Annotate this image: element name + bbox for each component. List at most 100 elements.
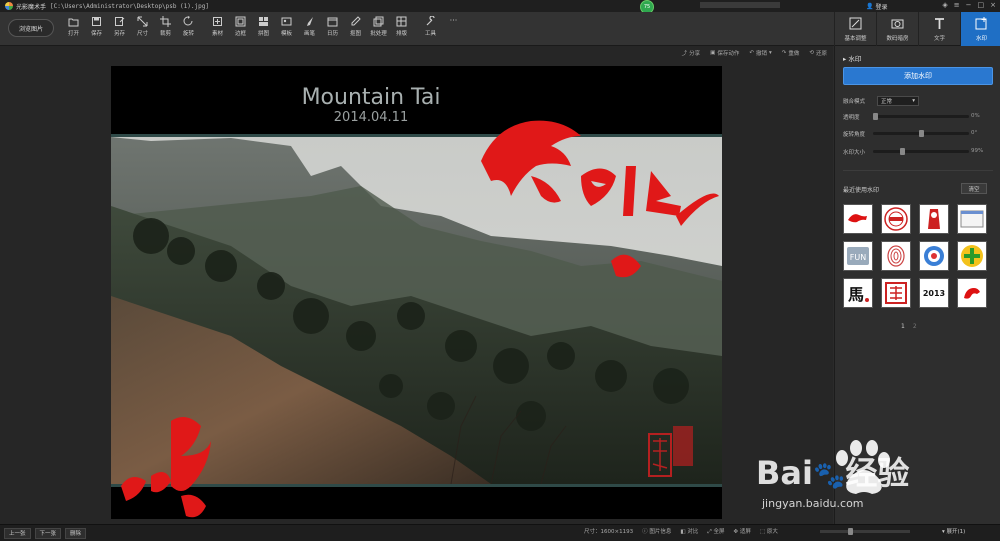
prev-image-button[interactable]: 上一张	[4, 527, 31, 539]
thumb-swirl-logo[interactable]	[919, 241, 949, 271]
blend-mode-row: 融合模式 正常 ▾	[843, 96, 920, 106]
restore-button[interactable]: ⟲ 还原	[809, 49, 827, 57]
tab-basic[interactable]: 基本调整	[834, 12, 876, 46]
thumb-fun-logo[interactable]: FUN	[843, 241, 873, 271]
tab-digital[interactable]: 数码暗房	[876, 12, 918, 46]
tool-batch[interactable]: 批处理	[367, 16, 390, 37]
fun-logo-icon: FUN	[847, 247, 869, 265]
layout-icon	[396, 16, 407, 27]
swirl-logo-icon	[924, 246, 944, 266]
photo-canvas[interactable]: Mountain Tai 2014.04.11	[111, 66, 722, 519]
share-button[interactable]: ⤴ 分享	[682, 49, 701, 57]
tool-crop[interactable]: 裁剪	[154, 16, 177, 37]
tool-open[interactable]: 打开	[62, 16, 85, 37]
opacity-label: 透明度	[843, 115, 860, 121]
login-label: 登录	[875, 4, 888, 11]
fullscreen-button[interactable]: ⤢ 全屏	[707, 527, 724, 536]
rotate-icon	[183, 16, 194, 27]
tool-rotate[interactable]: 旋转	[177, 16, 200, 37]
tool-save-as[interactable]: 另存	[108, 16, 131, 37]
size-value: 99%	[971, 148, 984, 154]
batch-icon	[373, 16, 384, 27]
baidu-brand-latin: Bai	[756, 454, 813, 492]
recent-watermark-grid: FUN 馬 2013	[843, 204, 993, 316]
zoom-slider[interactable]	[820, 528, 910, 535]
watermark-icon	[975, 16, 988, 32]
thumb-blank-card[interactable]	[957, 204, 987, 234]
more-icon: ···	[449, 16, 458, 25]
thumb-red-horse[interactable]	[957, 278, 987, 308]
tab-watermark[interactable]: 水印	[960, 12, 1000, 46]
image-info-label: 图片信息	[649, 529, 672, 535]
tool-template[interactable]: 模板	[275, 16, 298, 37]
thumb-red-figure[interactable]	[919, 204, 949, 234]
login-button[interactable]: 👤 登录	[866, 2, 888, 11]
photo-image: Mountain Tai 2014.04.11	[111, 66, 722, 519]
tool-border[interactable]: 边框	[229, 16, 252, 37]
open-icon	[68, 16, 79, 27]
baidu-url: jingyan.baidu.com	[762, 497, 864, 510]
more-tools-button[interactable]: ···	[442, 16, 465, 37]
tab-text[interactable]: 文字	[918, 12, 960, 46]
collapse-icon[interactable]: ▸	[843, 55, 846, 63]
tool-layout[interactable]: 排版	[390, 16, 413, 37]
fullscreen-label: 全屏	[713, 529, 725, 535]
menu-icon[interactable]: ≡	[954, 1, 960, 9]
tool-calendar[interactable]: 日历	[321, 16, 344, 37]
add-watermark-button[interactable]: 添加水印	[843, 67, 993, 85]
image-info-button[interactable]: ⓘ 图片信息	[642, 527, 671, 536]
svg-text:FUN: FUN	[850, 253, 866, 262]
compare-button[interactable]: ◧ 对比	[680, 527, 698, 536]
page-1[interactable]: 1	[901, 323, 905, 330]
app-logo-icon	[5, 2, 13, 10]
redo-button[interactable]: ↷ 重做	[782, 49, 800, 57]
undo-button[interactable]: ↶ 撤销 ▾	[749, 49, 771, 57]
thumb-fingerprint[interactable]	[881, 241, 911, 271]
tool-material[interactable]: 素材	[206, 16, 229, 37]
tool-tools[interactable]: 工具	[419, 16, 442, 37]
edit-actions-bar: ⤴ 分享 ▣ 保存动作 ↶ 撤销 ▾ ↷ 重做 ⟲ 还原	[682, 49, 827, 57]
opacity-slider[interactable]	[873, 113, 969, 120]
file-path: [C:\Users\Administrator\Desktop\psb (1).…	[50, 2, 209, 10]
close-icon[interactable]: ×	[990, 1, 996, 9]
next-image-button[interactable]: 下一张	[34, 527, 62, 539]
original-size-button[interactable]: ⬚ 原大	[760, 527, 778, 536]
save-action-button[interactable]: ▣ 保存动作	[710, 49, 739, 57]
opacity-slider-knob[interactable]	[873, 113, 878, 120]
status-info: 尺寸：1600×1193 ⓘ 图片信息 ◧ 对比 ⤢ 全屏 ✥ 适屏 ⬚ 原大	[584, 527, 778, 536]
fit-screen-button[interactable]: ✥ 适屏	[734, 527, 751, 536]
panel-title-label: 水印	[848, 55, 862, 63]
thumb-horse-2014[interactable]	[843, 204, 873, 234]
tool-label: 尺寸	[136, 31, 148, 37]
blend-mode-label: 融合模式	[843, 99, 866, 105]
tool-size[interactable]: 尺寸	[131, 16, 154, 37]
size-slider[interactable]	[873, 148, 969, 155]
thumb-red-seal[interactable]	[881, 204, 911, 234]
thumb-ma-character[interactable]: 馬	[843, 278, 873, 308]
plus-badge-icon	[961, 245, 983, 267]
thumb-plus-badge[interactable]	[957, 241, 987, 271]
chevron-down-icon: ▾	[912, 98, 916, 104]
tool-save[interactable]: 保存	[85, 16, 108, 37]
tool-pick[interactable]: 抠图	[344, 16, 367, 37]
expand-button[interactable]: ▾ 展开(1)	[942, 527, 965, 535]
tool-collage[interactable]: 拼图	[252, 16, 275, 37]
browse-images-button[interactable]: 浏览图片	[8, 19, 54, 37]
rotation-slider[interactable]	[873, 130, 969, 137]
delete-button[interactable]: 删除	[65, 527, 87, 539]
window-controls: ◈ ≡ − □ ×	[942, 1, 996, 9]
minimize-icon[interactable]: −	[966, 1, 972, 9]
tool-brush[interactable]: 画笔	[298, 16, 321, 37]
page-2[interactable]: 2	[913, 323, 917, 330]
blend-mode-select[interactable]: 正常 ▾	[877, 96, 920, 106]
size-slider-knob[interactable]	[900, 148, 905, 155]
thumb-seal-stamp[interactable]	[881, 278, 911, 308]
zoom-slider-knob[interactable]	[848, 528, 853, 535]
maximize-icon[interactable]: □	[978, 1, 985, 9]
clear-recent-button[interactable]: 清空	[961, 183, 987, 194]
skin-icon[interactable]: ◈	[942, 1, 947, 9]
thumb-2013-logo[interactable]: 2013	[919, 278, 949, 308]
svg-text:2013: 2013	[923, 289, 945, 298]
rotation-slider-knob[interactable]	[919, 130, 924, 137]
crop-icon	[160, 16, 171, 27]
